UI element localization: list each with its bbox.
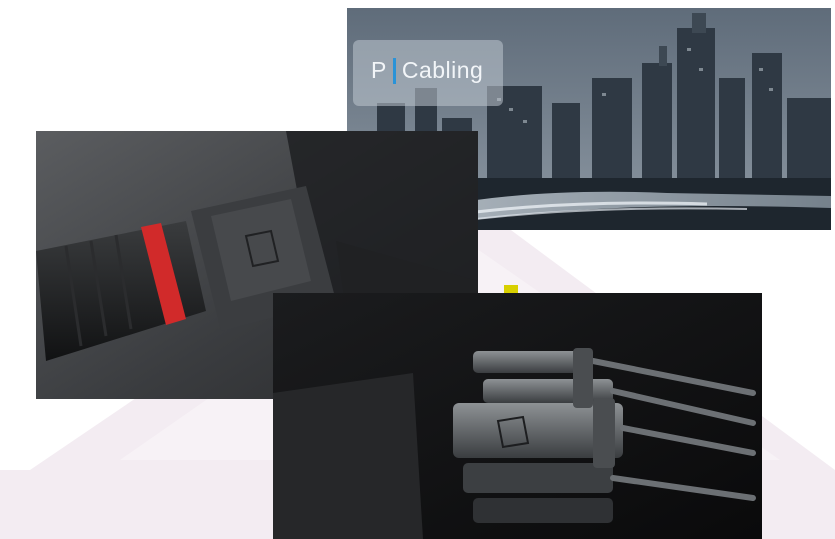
brand-logo-box: P Cabling bbox=[353, 40, 503, 106]
connector-bundle-photo bbox=[273, 293, 762, 539]
brand-logo-word: Cabling bbox=[401, 57, 484, 83]
brand-accent-bar bbox=[392, 57, 396, 84]
brand-logo: P Cabling bbox=[371, 57, 483, 84]
collage: P Cabling bbox=[0, 0, 835, 539]
brand-logo-letter: P bbox=[371, 57, 387, 83]
